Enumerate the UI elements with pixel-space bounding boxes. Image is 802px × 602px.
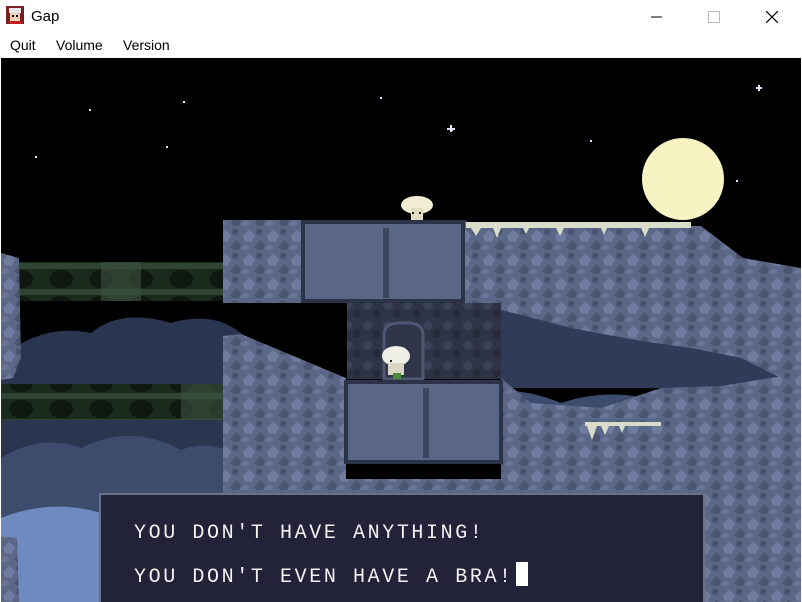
maximize-button[interactable] (685, 0, 743, 33)
minimize-button[interactable] (628, 0, 686, 33)
window-title: Gap (31, 8, 60, 25)
dialog-line-2-text: YOU DON'T EVEN HAVE A BRA! (134, 566, 514, 589)
game-scene[interactable]: YOU DON'T HAVE ANYTHING! YOU DON'T EVEN … (1, 58, 801, 602)
text-cursor-block (515, 562, 528, 586)
dialog-line-2: YOU DON'T EVEN HAVE A BRA! (134, 562, 528, 589)
title-bar: Gap (0, 0, 802, 33)
game-window: Gap Quit Volume Version YOU DON'T HAVE A… (0, 0, 802, 602)
menu-quit[interactable]: Quit (10, 37, 36, 53)
close-icon (766, 10, 778, 23)
close-button[interactable] (743, 0, 801, 33)
dialog-box: YOU DON'T HAVE ANYTHING! YOU DON'T EVEN … (99, 493, 705, 602)
minimize-icon (651, 16, 662, 17)
menu-volume[interactable]: Volume (56, 37, 103, 53)
menu-version[interactable]: Version (123, 37, 170, 53)
app-icon (6, 6, 24, 24)
menu-bar: Quit Volume Version (0, 33, 802, 58)
dialog-line-1: YOU DON'T HAVE ANYTHING! (134, 522, 485, 545)
moon (642, 138, 724, 220)
maximize-icon (708, 10, 720, 23)
